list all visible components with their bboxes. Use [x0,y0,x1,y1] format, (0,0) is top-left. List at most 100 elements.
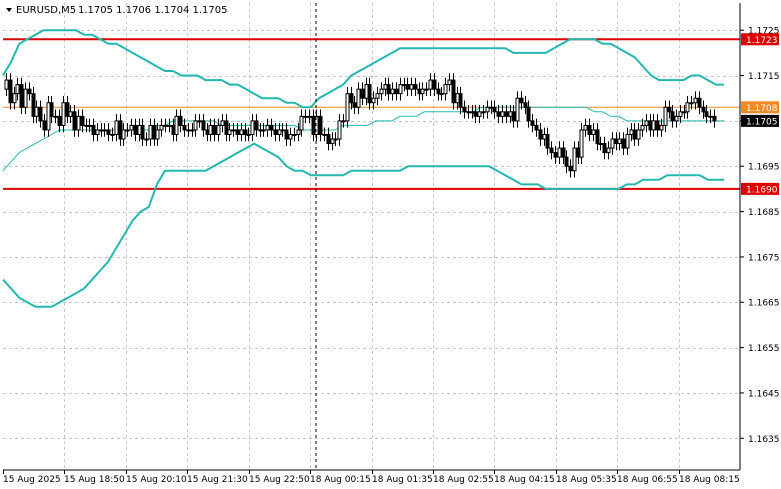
candle-body [394,88,399,95]
candle-body [678,111,683,117]
candle-body [121,129,126,140]
candle-body [68,111,73,117]
candle-body [23,88,28,108]
candle-body [243,129,248,135]
candle-body [299,115,304,131]
candle-body [333,138,338,141]
price-chart[interactable]: EURUSD,M5 1.1705 1.1706 1.1704 1.1705 1.… [0,0,781,489]
price-tick-label: 1.1675 [748,253,780,263]
candle-body [428,79,433,90]
level-price-label: 1.1690 [746,185,778,195]
price-tick-label: 1.1695 [748,163,780,173]
candle-body [341,120,346,123]
candle-body [125,129,130,132]
time-tick-label: 15 Aug 20:10 [126,475,187,485]
level-price-label: 1.1723 [746,36,778,46]
price-tick-label: 1.1645 [748,389,780,399]
candle-body [326,133,331,145]
candle-body [436,88,441,95]
candle-body [53,115,58,118]
candle-body [409,84,414,90]
candle-body [80,115,85,126]
candle-body [496,111,501,117]
candle-body [504,111,509,117]
candle-body [644,120,649,126]
candle-body [148,124,153,140]
candle-body [685,102,690,113]
ohlc-values: 1.1705 1.1706 1.1704 1.1705 [78,5,228,16]
price-tick-label: 1.1635 [748,435,780,445]
candle-body [163,124,168,127]
candle-body [708,115,713,118]
symbol-timeframe: EURUSD,M5 [16,5,76,16]
candle-body [212,124,217,135]
candle-body [595,129,600,145]
candle-body [367,84,372,104]
current-price-label: 1.1705 [746,117,778,127]
candle-body [405,84,410,90]
time-tick-label: 18 Aug 00:15 [310,475,371,485]
candle-body [583,124,588,131]
candle-body [651,120,656,131]
candle-body [76,115,81,131]
candle-body [87,124,92,127]
candle-body [549,147,554,154]
candle-body [292,133,297,136]
candle-body [523,102,528,108]
candle-body [19,84,24,108]
candle-body [178,115,183,126]
candle-body [4,79,9,90]
candle-body [610,138,615,149]
candle-body [345,93,350,122]
candle-body [697,97,702,108]
candle-body [519,97,524,104]
candle-body [625,133,630,149]
candle-body [492,106,497,113]
candle-body [640,124,645,131]
candle-body [133,124,138,135]
price-tick-label: 1.1665 [748,299,780,309]
candle-body [621,138,626,149]
candle-body [443,84,448,95]
candle-body [269,124,274,131]
candle-body [481,111,486,114]
candle-body [273,129,278,135]
candle-body [8,79,13,104]
candle-body [61,102,66,126]
candle-body [49,102,54,117]
candle-body [231,129,236,132]
candle-body [227,129,232,135]
candle-body [515,97,520,122]
candle-body [307,115,312,118]
candle-body [379,88,384,95]
price-tick-label: 1.1715 [748,72,780,82]
time-tick-label: 18 Aug 04:15 [494,475,555,485]
candle-body [398,84,403,95]
candle-body [598,143,603,146]
candle-body [34,106,39,117]
candle-body [579,129,584,158]
time-tick-label: 15 Aug 2025 [3,475,61,485]
candle-body [670,111,675,122]
header-info: EURUSD,M5 1.1705 1.1706 1.1704 1.1705 [6,5,228,16]
price-tick-label: 1.1685 [748,208,780,218]
candle-body [617,138,622,145]
candle-body [371,97,376,104]
candle-body [485,106,490,113]
candle-body [674,115,679,122]
candle-body [511,111,516,122]
candle-body [424,88,429,91]
time-tick-label: 18 Aug 01:35 [372,475,433,485]
candle-body [288,133,293,140]
candle-body [462,106,467,113]
candle-body [129,124,134,131]
candle-body [534,124,539,131]
candle-body [296,129,301,135]
candle-body [602,143,607,154]
candle-body [632,129,637,140]
candle-body [500,111,505,117]
candle-body [420,88,425,95]
candle-body [439,93,444,96]
candle-body [413,84,418,90]
candle-body [337,120,342,140]
